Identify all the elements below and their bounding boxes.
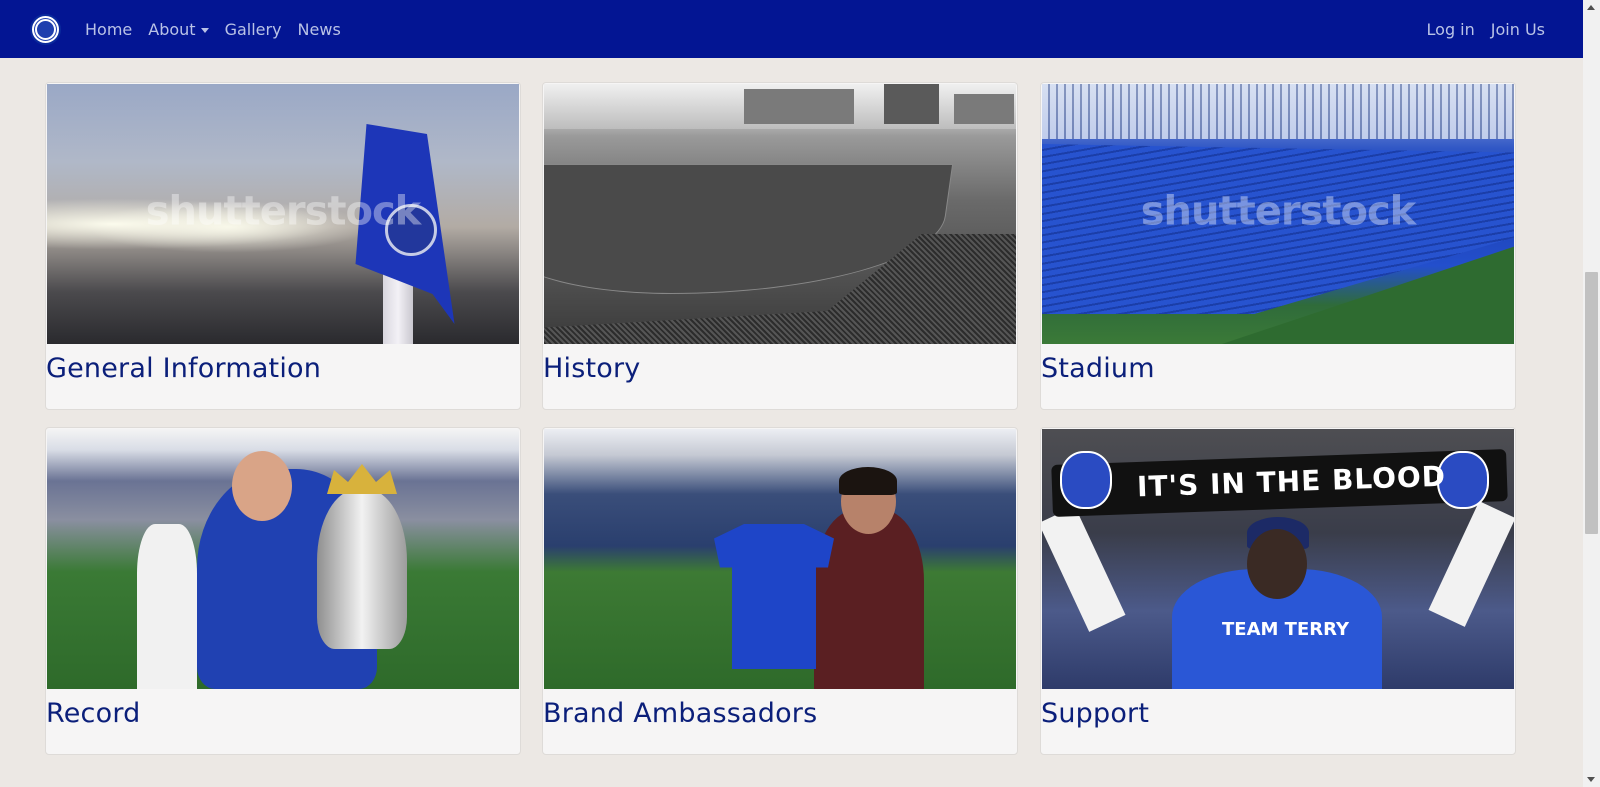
vertical-scrollbar[interactable] <box>1583 0 1600 787</box>
card-title[interactable]: Support <box>1041 698 1149 729</box>
card-title[interactable]: Record <box>46 698 141 729</box>
ambassador-jersey-image <box>544 429 1016 689</box>
scroll-up-arrow-icon[interactable] <box>1587 5 1595 10</box>
card-history[interactable]: History <box>542 82 1018 410</box>
watermark-text: shutterstock <box>145 188 422 235</box>
nav-right-links: Log in Join Us <box>1411 0 1545 58</box>
scroll-down-arrow-icon[interactable] <box>1587 777 1595 782</box>
chelsea-crest-icon <box>1060 451 1112 509</box>
card-general-information[interactable]: shutterstock General Information <box>45 82 521 410</box>
trophy-icon <box>317 489 407 649</box>
card-title[interactable]: History <box>543 353 640 384</box>
watermark-text: shutterstock <box>1140 188 1417 235</box>
nav-home-link[interactable]: Home <box>85 20 132 39</box>
nav-login-link[interactable]: Log in <box>1427 20 1475 39</box>
caret-down-icon <box>200 27 209 33</box>
stamford-bridge-stands-image: shutterstock <box>1042 84 1514 344</box>
card-brand-ambassadors[interactable]: Brand Ambassadors <box>542 427 1018 755</box>
top-navbar: Home About Gallery News Log in Join Us <box>0 0 1583 58</box>
card-record[interactable]: Record <box>45 427 521 755</box>
corner-flag-image: shutterstock <box>47 84 519 344</box>
card-title[interactable]: General Information <box>46 353 321 384</box>
card-stadium[interactable]: shutterstock Stadium <box>1040 82 1516 410</box>
historic-stadium-image <box>544 84 1016 344</box>
nav-about-dropdown[interactable]: About <box>148 19 209 39</box>
nav-left-links: Home About Gallery News <box>85 0 357 58</box>
nav-join-link[interactable]: Join Us <box>1491 20 1545 39</box>
shirt-text: TEAM TERRY <box>1222 619 1350 640</box>
card-title[interactable]: Stadium <box>1041 353 1155 384</box>
scroll-thumb[interactable] <box>1585 272 1598 534</box>
fan-scarf-image: IT'S IN THE BLOOD TEAM TERRY <box>1042 429 1514 689</box>
trophy-celebration-image <box>47 429 519 689</box>
card-support[interactable]: IT'S IN THE BLOOD TEAM TERRY Support <box>1040 427 1516 755</box>
card-title[interactable]: Brand Ambassadors <box>543 698 817 729</box>
nav-gallery-link[interactable]: Gallery <box>225 20 282 39</box>
nav-about-label: About <box>148 19 196 39</box>
chelsea-crest-icon[interactable] <box>30 14 61 45</box>
nav-news-link[interactable]: News <box>298 20 341 39</box>
